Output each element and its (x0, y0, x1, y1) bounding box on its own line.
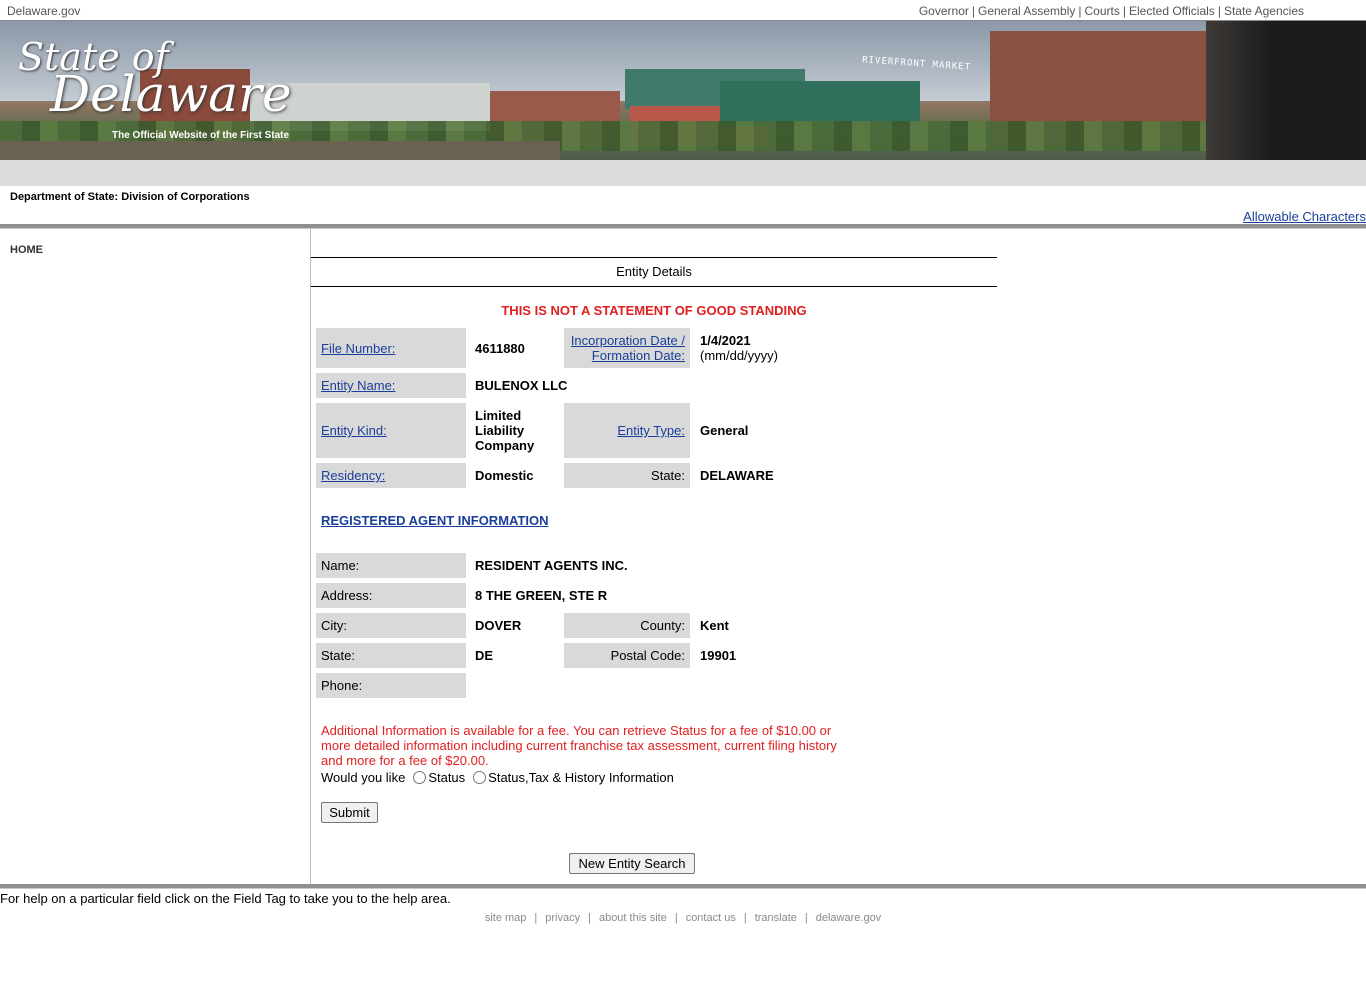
allowable-characters-link[interactable]: Allowable Characters (1243, 209, 1366, 224)
translate-link[interactable]: translate (755, 912, 797, 924)
entity-kind-help-link[interactable]: Entity Kind: (321, 423, 387, 438)
entity-kind-line2: Liability (475, 423, 525, 438)
delaware-gov-footer-link[interactable]: delaware.gov (816, 912, 881, 924)
elected-officials-link[interactable]: Elected Officials (1129, 4, 1215, 18)
header-banner: RIVERFRONT MARKET State of Delaware The … (0, 21, 1366, 160)
new-entity-search-button[interactable]: New Entity Search (569, 853, 695, 874)
delaware-gov-link[interactable]: Delaware.gov (7, 4, 80, 18)
department-title: Department of State: Division of Corpora… (10, 191, 250, 203)
entity-kind-line3: Company (475, 438, 535, 453)
agent-county-value: Kent (700, 618, 729, 633)
logo-delaware[interactable]: Delaware (50, 65, 292, 123)
entity-name-label-cell: Entity Name: (316, 373, 466, 398)
agent-name-label: Name: (316, 553, 466, 578)
general-assembly-link[interactable]: General Assembly (978, 4, 1075, 18)
agent-state-label: State: (316, 643, 466, 668)
agent-phone-value (475, 673, 775, 698)
submit-button[interactable]: Submit (321, 802, 378, 823)
residency-label-cell: Residency: (316, 463, 466, 488)
fee-information-text: Additional Information is available for … (321, 723, 837, 768)
footer-divider-bar (0, 884, 1366, 889)
separator: | (1122, 4, 1126, 18)
privacy-link[interactable]: privacy (545, 912, 580, 924)
agent-address-value: 8 THE GREEN, STE R (475, 588, 608, 603)
agent-postal-code-label: Postal Code: (564, 643, 690, 668)
agent-address-label: Address: (316, 583, 466, 608)
file-number-label-cell: File Number: (316, 328, 466, 368)
status-radio[interactable] (413, 771, 427, 784)
home-link[interactable]: HOME (10, 244, 43, 256)
separator: | (674, 912, 678, 924)
courts-link[interactable]: Courts (1085, 4, 1120, 18)
residency-value: Domestic (475, 468, 534, 483)
agent-phone-label: Phone: (316, 673, 466, 698)
site-map-link[interactable]: site map (485, 912, 527, 924)
entity-type-label-cell: Entity Type: (564, 403, 690, 458)
incorporation-date-label-cell: Incorporation Date / Formation Date: (564, 328, 690, 368)
info-options-row: Would you like Status Status,Tax & Histo… (321, 770, 674, 785)
footer-links: site map | privacy | about this site | contact… (0, 912, 1366, 924)
residency-help-link[interactable]: Residency: (321, 468, 385, 483)
incorporation-date-help-link[interactable]: Incorporation Date / Formation Date: (571, 333, 685, 363)
top-links: Governor | General Assembly | Courts | Elected… (919, 4, 1304, 18)
status-tax-history-option-label: Status,Tax & History Information (488, 770, 674, 785)
governor-link[interactable]: Governor (919, 4, 969, 18)
entity-type-value: General (700, 423, 749, 438)
state-label: State: (564, 463, 690, 488)
top-bar: Delaware.gov Governor | General Assembly | C… (0, 0, 1366, 21)
would-you-like-label: Would you like (321, 770, 406, 785)
separator: | (743, 912, 747, 924)
file-number-help-link[interactable]: File Number: (321, 341, 395, 356)
main-content: Entity Details THIS IS NOT A STATEMENT O… (311, 229, 1366, 884)
separator: | (804, 912, 808, 924)
page-title: Entity Details (311, 257, 997, 287)
gray-band (0, 160, 1366, 186)
entity-name-help-link[interactable]: Entity Name: (321, 378, 395, 393)
entity-kind-label-cell: Entity Kind: (316, 403, 466, 458)
status-option-label: Status (428, 770, 466, 785)
incorporation-date-cell: 1/4/2021 (mm/dd/yyyy) (700, 328, 850, 368)
entity-type-help-link[interactable]: Entity Type: (617, 423, 685, 438)
agent-postal-code-value: 19901 (700, 648, 737, 663)
agent-state-value: DE (475, 648, 494, 663)
entity-kind-cell: Limited Liability Company (475, 403, 565, 458)
logo-tagline: The Official Website of the First State (112, 130, 290, 141)
registered-agent-heading-link[interactable]: REGISTERED AGENT INFORMATION (321, 513, 549, 528)
agent-county-label: County: (564, 613, 690, 638)
separator: | (534, 912, 538, 924)
separator: | (1078, 4, 1082, 18)
separator: | (588, 912, 591, 924)
field-help-text: For help on a particular field click on … (0, 891, 451, 906)
incorporation-date-value: 1/4/2021 (700, 333, 751, 348)
good-standing-warning: THIS IS NOT A STATEMENT OF GOOD STANDING (501, 303, 807, 318)
agent-city-label: City: (316, 613, 466, 638)
separator: | (971, 4, 975, 18)
date-format-hint: (mm/dd/yyyy) (700, 348, 778, 363)
entity-name-value: BULENOX LLC (475, 378, 568, 393)
incorporation-label-line2: Formation Date: (591, 348, 685, 363)
banner-dark-edge (1206, 21, 1366, 160)
left-nav: HOME (0, 229, 311, 884)
state-value: DELAWARE (700, 468, 774, 483)
about-this-site-link[interactable]: about this site (599, 912, 667, 924)
entity-kind-line1: Limited (475, 408, 522, 423)
banner-river (0, 141, 560, 160)
agent-city-value: DOVER (475, 618, 522, 633)
file-number-value: 4611880 (475, 340, 525, 356)
separator: | (1217, 4, 1221, 18)
contact-us-link[interactable]: contact us (686, 912, 736, 924)
agent-name-value: RESIDENT AGENTS INC. (475, 558, 628, 573)
incorporation-label-line1: Incorporation Date / (570, 333, 685, 348)
state-agencies-link[interactable]: State Agencies (1224, 4, 1304, 18)
banner-roof (720, 81, 920, 126)
status-tax-history-radio[interactable] (473, 771, 487, 784)
